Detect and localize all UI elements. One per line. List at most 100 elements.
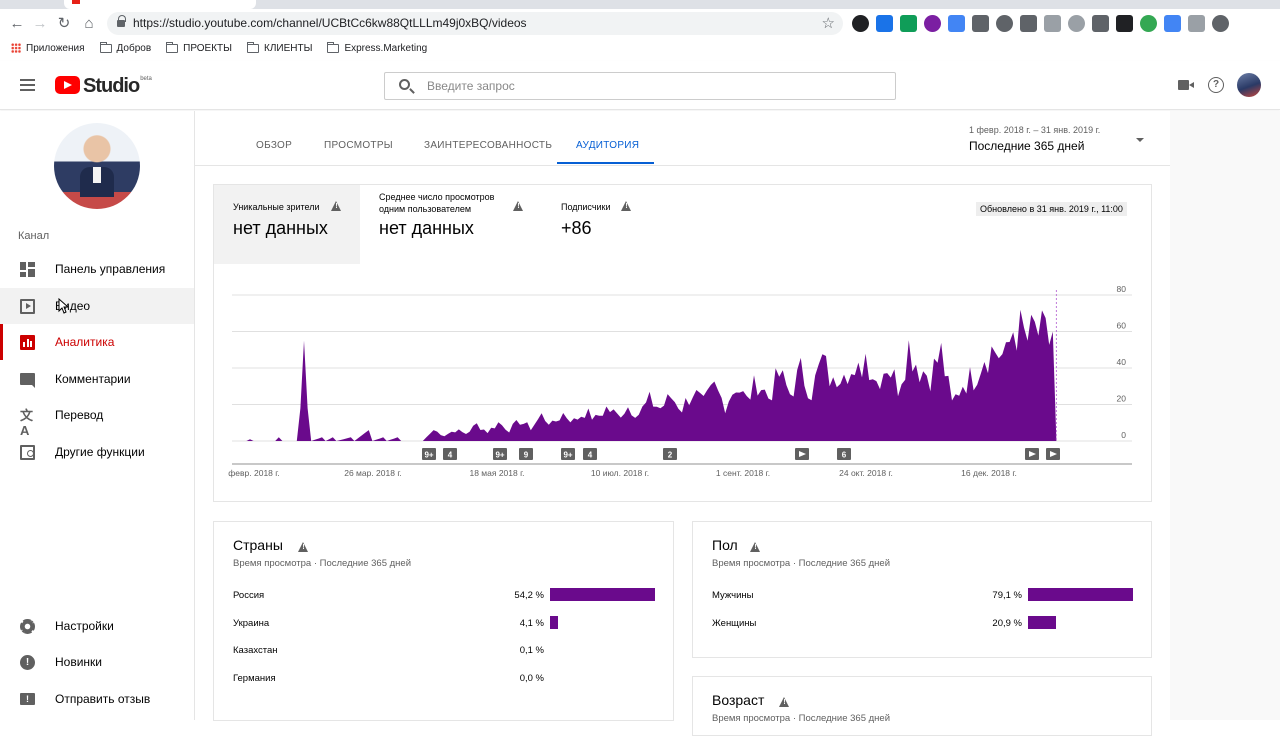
sidebar-item-settings[interactable]: Настройки: [0, 608, 194, 644]
warning-icon: [298, 542, 309, 552]
browser-extension-icon[interactable]: [1116, 15, 1133, 32]
browser-extension-icon[interactable]: [900, 15, 917, 32]
sidebar-item-video[interactable]: Видео: [0, 288, 194, 324]
browser-extension-icon[interactable]: [972, 15, 989, 32]
back-arrow-icon[interactable]: ←: [8, 15, 26, 33]
browser-extension-icon[interactable]: [1212, 15, 1229, 32]
sidebar-item-analytics[interactable]: Аналитика: [0, 324, 194, 360]
search-box[interactable]: [384, 72, 896, 100]
url-text[interactable]: https://studio.youtube.com/channel/UCBtC…: [133, 16, 527, 30]
date-range-label: Последние 365 дней: [969, 139, 1085, 153]
bookmark-folder-express-marketing[interactable]: Express.Marketing: [327, 41, 427, 54]
browser-extension-icon[interactable]: [876, 15, 893, 32]
account-avatar[interactable]: [1237, 73, 1261, 97]
search-input[interactable]: [427, 77, 867, 95]
bookmark-label: Приложения: [26, 42, 85, 54]
browser-extension-icon[interactable]: [1044, 15, 1061, 32]
browser-tab-active[interactable]: [64, 0, 256, 9]
bookmark-apps[interactable]: Приложения: [11, 43, 85, 54]
extension-icons: [852, 15, 1229, 32]
bookmark-label: ПРОЕКТЫ: [183, 42, 232, 54]
browser-extension-icon[interactable]: [1188, 15, 1205, 32]
browser-address-bar: ← → ↻ ⌂ https://studio.youtube.com/chann…: [0, 9, 1280, 38]
browser-tabstrip: [0, 0, 1280, 9]
card-subtitle: Время просмотра · Последние 365 дней: [712, 558, 891, 569]
video-icon: [20, 298, 35, 314]
right-gutter: [1170, 111, 1280, 720]
studio-header: Studio beta ?: [0, 61, 1280, 110]
sidebar-item-dashboard[interactable]: Панель управления: [0, 251, 194, 287]
sidebar-item-translate[interactable]: 文A Перевод: [0, 397, 194, 438]
warning-icon: [750, 542, 761, 552]
date-range-picker[interactable]: 1 февр. 2018 г. – 31 янв. 2019 г. Послед…: [969, 125, 1100, 153]
event-marker-label: 6: [842, 451, 847, 460]
bookmark-folder-clients[interactable]: КЛИЕНТЫ: [247, 41, 312, 54]
metric-avg-views-per-user[interactable]: Среднее число просмотров одним пользоват…: [360, 185, 530, 264]
bookmark-folder-projects[interactable]: ПРОЕКТЫ: [166, 41, 232, 54]
browser-extension-icon[interactable]: [948, 15, 965, 32]
sidebar-item-label: Комментарии: [55, 372, 131, 386]
browser-extension-icon[interactable]: [852, 15, 869, 32]
forward-arrow-icon[interactable]: →: [31, 15, 49, 33]
y-tick-label: 20: [1117, 394, 1127, 404]
row-percent: 4,1 %: [519, 617, 544, 629]
bookmark-label: Добров: [116, 42, 152, 54]
sidebar-item-feedback[interactable]: Отправить отзыв: [0, 681, 194, 717]
channel-avatar[interactable]: [54, 123, 140, 209]
sidebar-item-label: Новинки: [55, 655, 102, 669]
row-name: Германия: [233, 672, 276, 684]
tab-views[interactable]: ПРОСМОТРЫ: [324, 140, 393, 151]
row-name: Мужчины: [712, 590, 754, 601]
browser-extension-icon[interactable]: [1140, 15, 1157, 32]
y-tick-label: 40: [1117, 357, 1127, 367]
y-tick-label: 60: [1117, 321, 1127, 331]
home-icon[interactable]: ⌂: [80, 15, 98, 33]
tab-engagement[interactable]: ЗАИНТЕРЕСОВАННОСТЬ: [424, 140, 552, 151]
card-subtitle: Время просмотра · Последние 365 дней: [233, 558, 412, 569]
reload-icon[interactable]: ↻: [55, 15, 73, 33]
event-marker-label: 9+: [495, 451, 504, 460]
y-tick-label: 80: [1117, 284, 1127, 294]
audience-chart[interactable]: 80 60 40 20 0 9+ 4 9+ 9 9+ 4 2 6 февр. 2018 г. 26 мар.…: [214, 280, 1151, 485]
event-marker-label: 2: [668, 451, 673, 460]
other-features-icon: [20, 444, 35, 460]
browser-extension-icon[interactable]: [1068, 15, 1085, 32]
row-percent: 0,0 %: [519, 672, 544, 684]
tab-overview[interactable]: ОБЗОР: [256, 140, 292, 151]
bookmark-folder-dobrov[interactable]: Добров: [99, 41, 152, 54]
gender-card: Пол Время просмотра · Последние 365 дней…: [692, 521, 1152, 658]
metric-label: одним пользователем: [379, 204, 472, 214]
sidebar-item-other-features[interactable]: Другие функции: [0, 434, 194, 470]
create-video-icon[interactable]: [1178, 80, 1194, 90]
browser-extension-icon[interactable]: [1092, 15, 1109, 32]
metric-label: Уникальные зрители: [233, 202, 320, 212]
metric-unique-viewers[interactable]: Уникальные зрители нет данных: [214, 185, 360, 264]
browser-extension-icon[interactable]: [1164, 15, 1181, 32]
chevron-down-icon[interactable]: [1136, 138, 1144, 142]
help-icon[interactable]: ?: [1208, 77, 1224, 93]
browser-extension-icon[interactable]: [996, 15, 1013, 32]
youtube-studio-logo[interactable]: Studio beta: [55, 75, 152, 98]
row-name: Россия: [233, 590, 265, 601]
beta-badge: beta: [140, 76, 152, 82]
row-percent: 79,1 %: [992, 590, 1022, 601]
browser-extension-icon[interactable]: [1020, 15, 1037, 32]
x-tick-label: 24 окт. 2018 г.: [839, 468, 893, 478]
metric-subscribers[interactable]: Подписчики +86: [530, 185, 650, 264]
countries-card: Страны Время просмотра · Последние 365 д…: [213, 521, 674, 721]
event-marker-label: 9: [524, 451, 529, 460]
browser-extension-icon[interactable]: [924, 15, 941, 32]
url-bar[interactable]: https://studio.youtube.com/channel/UCBtC…: [107, 12, 843, 35]
sidebar-item-label: Настройки: [55, 619, 114, 633]
warning-icon: [621, 201, 632, 211]
tab-audience[interactable]: АУДИТОРИЯ: [576, 140, 639, 151]
sidebar-item-label: Аналитика: [55, 335, 115, 349]
menu-icon[interactable]: [20, 79, 35, 91]
bookmarks-bar: Приложения Добров ПРОЕКТЫ КЛИЕНТЫ Expres…: [0, 38, 1280, 58]
sidebar-item-label: Другие функции: [55, 445, 145, 459]
sidebar-item-news[interactable]: Новинки: [0, 644, 194, 680]
sidebar-item-comments[interactable]: Комментарии: [0, 361, 194, 397]
x-tick-label: 18 мая 2018 г.: [469, 468, 524, 478]
logo-text: Studio: [83, 75, 140, 97]
bookmark-star-icon[interactable]: ☆: [822, 14, 835, 32]
